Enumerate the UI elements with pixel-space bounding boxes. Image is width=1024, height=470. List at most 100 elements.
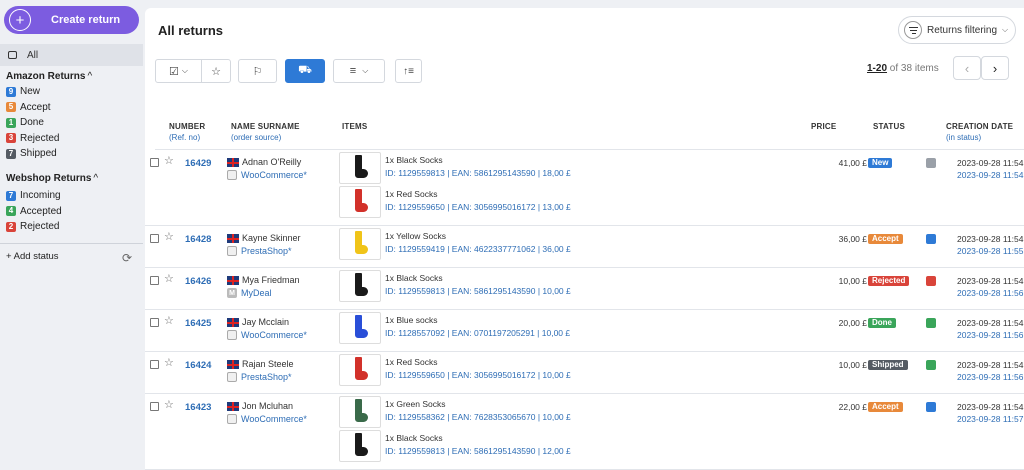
item-name: 1x Red Socks [385,189,438,199]
column-price[interactable]: PRICE [811,122,836,131]
order-source-link[interactable]: PrestaShop* [241,372,292,382]
sidebar-item-all-label: All [27,49,39,61]
item-detail-link[interactable]: ID: 1129559650 | EAN: 3056995016172 | 13… [385,202,571,212]
return-number-link[interactable]: 16423 [185,402,211,413]
sidebar-item-amazon-3[interactable]: 3 Rejected [6,133,59,144]
status-action-icon[interactable] [926,234,936,244]
row-checkbox[interactable] [150,402,159,411]
sock-image [352,433,368,459]
table-row[interactable]: ☆ 16426 Mya Friedman M MyDeal 1x Black Socks I… [145,268,1024,310]
sock-foot [355,169,368,178]
star-icon[interactable]: ☆ [164,232,174,243]
row-checkbox[interactable] [150,234,159,243]
product-thumbnail [339,354,381,386]
column-name[interactable]: NAME SURNAME (order source) [231,122,300,142]
create-return-button[interactable]: + Create return [4,6,139,34]
webshop-returns-section[interactable]: Webshop Returns ^ [6,173,98,184]
sidebar-item-webshop-1[interactable]: 4 Accepted [6,206,62,217]
item-detail-link[interactable]: ID: 1129559813 | EAN: 5861295143590 | 10… [385,286,571,296]
order-source-link[interactable]: PrestaShop* [241,246,292,256]
customer-name: Rajan Steele [242,359,294,369]
column-number-label: NUMBER [169,122,206,131]
table-row[interactable]: ☆ 16425 Jay Mcclain WooCommerce* 1x Blue soc… [145,310,1024,352]
sock-foot [355,203,368,212]
sidebar-item-webshop-2[interactable]: 2 Rejected [6,221,59,232]
prev-page-button[interactable]: ‹ [953,56,981,80]
shipping-button[interactable]: ⛟ [285,59,325,83]
column-number[interactable]: NUMBER (Ref. no) [169,122,205,142]
table-row[interactable]: ☆ 16424 Rajan Steele PrestaShop* 1x Red Sock… [145,352,1024,394]
order-source-link[interactable]: WooCommerce* [241,330,307,340]
table-row[interactable]: ☆ 16429 Adnan O'Reilly WooCommerce* 1x Black… [145,150,1024,226]
table-row[interactable]: ☆ 16423 Jon Mcluhan WooCommerce* 1x Green So… [145,394,1024,470]
table-row[interactable]: ☆ 16428 Kayne Skinner PrestaShop* 1x Yellow … [145,226,1024,268]
status-count-badge: 1 [6,117,16,128]
return-number-link[interactable]: 16426 [185,276,211,287]
select-dropdown-button[interactable]: ☑ ⌵ [155,59,202,83]
return-number-link[interactable]: 16428 [185,234,211,245]
star-icon[interactable]: ☆ [164,274,174,285]
status-badge[interactable]: New [868,158,893,168]
status-action-icon[interactable] [926,360,936,370]
item-detail-link[interactable]: ID: 1129559650 | EAN: 3056995016172 | 10… [385,370,571,380]
flag-button[interactable]: ⚐ [238,59,277,83]
order-source-link[interactable]: MyDeal [241,288,272,298]
sidebar-item-webshop-0[interactable]: 7 Incoming [6,190,61,201]
chevron-down-icon: ⌵ [362,66,369,75]
status-action-icon[interactable] [926,158,936,168]
creation-date: 2023-09-28 11:54 [957,158,1024,168]
column-status[interactable]: STATUS [873,122,905,131]
order-source-link[interactable]: WooCommerce* [241,414,307,424]
item-name: 1x Blue socks [385,315,438,325]
item-detail-link[interactable]: ID: 1129559813 | EAN: 5861295143590 | 18… [385,168,571,178]
sort-button[interactable]: ↑≡ [395,59,422,83]
shop-icon [227,330,237,340]
refresh-icon[interactable]: ⟳ [122,251,132,265]
status-action-icon[interactable] [926,402,936,412]
item-detail-link[interactable]: ID: 1129559419 | EAN: 4622337771062 | 36… [385,244,571,254]
sock-foot [355,447,368,456]
sidebar-item-amazon-1[interactable]: 5 Accept [6,102,51,113]
sidebar-item-amazon-4[interactable]: 7 Shipped [6,148,57,159]
sidebar-item-amazon-0[interactable]: 9 New [6,86,40,97]
status-count-badge: 7 [6,190,16,201]
pagination-range[interactable]: 1-20 [867,63,887,74]
column-number-sub: (Ref. no) [169,133,201,142]
sidebar-item-amazon-2[interactable]: 1 Done [6,117,44,128]
sock-foot [355,371,368,380]
status-badge[interactable]: Accept [868,402,903,412]
returns-filtering-button[interactable]: Returns filtering ⌵ [898,16,1016,44]
column-creation-date[interactable]: CREATION DATE (in status) [946,122,1013,142]
star-icon[interactable]: ☆ [164,156,174,167]
item-detail-link[interactable]: ID: 1129558362 | EAN: 7628353065670 | 10… [385,412,571,422]
star-icon[interactable]: ☆ [164,400,174,411]
item-detail-link[interactable]: ID: 1128557092 | EAN: 0701197205291 | 10… [385,328,570,338]
sidebar-item-all[interactable]: All [0,44,143,66]
product-thumbnail [339,186,381,218]
row-checkbox[interactable] [150,158,159,167]
order-source-link[interactable]: WooCommerce* [241,170,307,180]
amazon-returns-section[interactable]: Amazon Returns ^ [6,71,92,82]
next-page-button[interactable]: › [981,56,1009,80]
chevron-right-icon: › [992,60,998,76]
star-icon[interactable]: ☆ [164,358,174,369]
return-number-link[interactable]: 16424 [185,360,211,371]
status-badge[interactable]: Done [868,318,896,328]
status-badge[interactable]: Accept [868,234,903,244]
return-number-link[interactable]: 16429 [185,158,211,169]
row-checkbox[interactable] [150,360,159,369]
status-action-icon[interactable] [926,276,936,286]
favorite-filter-button[interactable]: ☆ [201,59,231,83]
row-checkbox[interactable] [150,318,159,327]
sock-image [352,315,368,341]
item-detail-link[interactable]: ID: 1129559813 | EAN: 5861295143590 | 12… [385,446,571,456]
row-checkbox[interactable] [150,276,159,285]
menu-dropdown-button[interactable]: ≡ ⌵ [333,59,385,83]
status-badge[interactable]: Rejected [868,276,910,286]
status-label: Accepted [20,205,62,217]
status-badge[interactable]: Shipped [868,360,908,370]
add-status-button[interactable]: + Add status [6,251,59,262]
star-icon[interactable]: ☆ [164,316,174,327]
return-number-link[interactable]: 16425 [185,318,211,329]
status-action-icon[interactable] [926,318,936,328]
